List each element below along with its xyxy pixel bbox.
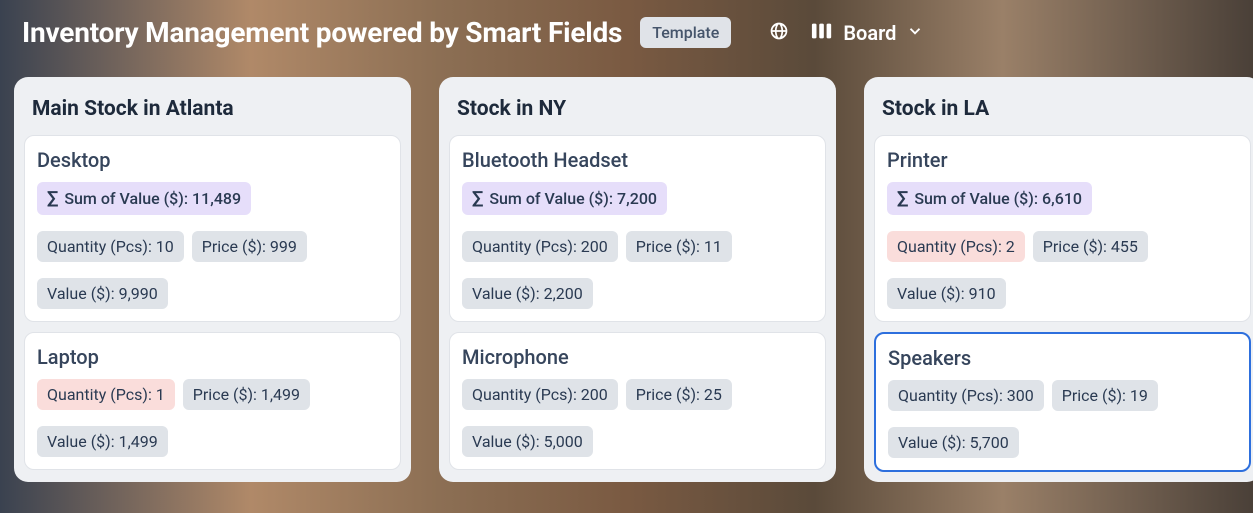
sum-tag: ∑ Sum of Value ($): 11,489 [37,182,251,215]
board-container: Main Stock in Atlanta Desktop ∑ Sum of Valu… [0,59,1253,496]
sigma-icon: ∑ [47,188,58,209]
board-icon [811,21,833,45]
board-card[interactable]: Microphone Quantity (Pcs): 200 Price ($): … [449,332,826,470]
quantity-tag: Quantity (Pcs): 300 [888,380,1044,411]
chevron-down-icon [906,21,924,45]
quantity-tag: Quantity (Pcs): 200 [462,231,618,262]
card-title: Laptop [37,345,388,369]
quantity-tag: Quantity (Pcs): 2 [887,231,1025,262]
view-label: Board [843,21,896,45]
value-tag: Value ($): 2,200 [462,278,593,309]
board-card[interactable]: Laptop Quantity (Pcs): 1 Price ($): 1,499 V… [24,332,401,470]
header-bar: Inventory Management powered by Smart Fi… [0,0,1253,59]
column-title: Stock in NY [449,91,826,125]
value-tag: Value ($): 910 [887,278,1006,309]
value-tag: Value ($): 5,000 [462,426,593,457]
sum-tag: ∑ Sum of Value ($): 6,610 [887,182,1092,215]
board-card[interactable]: Speakers Quantity (Pcs): 300 Price ($): 19… [874,332,1251,472]
sum-tag: ∑ Sum of Value ($): 7,200 [462,182,667,215]
price-tag: Price ($): 25 [626,379,732,410]
header-right: Board [769,21,924,45]
board-column: Stock in LA Printer ∑ Sum of Value ($): 6,6… [864,77,1253,482]
globe-icon[interactable] [769,21,789,45]
tag-row: Quantity (Pcs): 300 Price ($): 19 Value ($… [888,380,1237,458]
value-tag: Value ($): 9,990 [37,278,168,309]
board-card[interactable]: Desktop ∑ Sum of Value ($): 11,489 Quantity… [24,135,401,322]
column-title: Stock in LA [874,91,1251,125]
sum-text: Sum of Value ($): 11,489 [64,189,241,208]
tag-row: Quantity (Pcs): 200 Price ($): 25 Value ($… [462,379,813,457]
tag-row: ∑ Sum of Value ($): 6,610 Quantity (Pcs): … [887,182,1238,309]
value-tag: Value ($): 5,700 [888,427,1019,458]
page-title: Inventory Management powered by Smart Fi… [22,16,622,49]
card-title: Desktop [37,148,388,172]
board-column: Main Stock in Atlanta Desktop ∑ Sum of Valu… [14,77,411,482]
price-tag: Price ($): 455 [1033,231,1148,262]
card-title: Bluetooth Headset [462,148,813,172]
price-tag: Price ($): 1,499 [183,379,310,410]
card-title: Microphone [462,345,813,369]
sum-text: Sum of Value ($): 7,200 [489,189,657,208]
value-tag: Value ($): 1,499 [37,426,168,457]
tag-row: ∑ Sum of Value ($): 7,200 Quantity (Pcs): … [462,182,813,309]
price-tag: Price ($): 19 [1052,380,1158,411]
price-tag: Price ($): 999 [192,231,307,262]
board-card[interactable]: Bluetooth Headset ∑ Sum of Value ($): 7,20… [449,135,826,322]
price-tag: Price ($): 11 [626,231,732,262]
card-title: Speakers [888,346,1237,370]
tag-row: ∑ Sum of Value ($): 11,489 Quantity (Pcs):… [37,182,388,309]
quantity-tag: Quantity (Pcs): 200 [462,379,618,410]
board-column: Stock in NY Bluetooth Headset ∑ Sum of Valu… [439,77,836,482]
quantity-tag: Quantity (Pcs): 10 [37,231,184,262]
tag-row: Quantity (Pcs): 1 Price ($): 1,499 Value (… [37,379,388,457]
template-badge[interactable]: Template [640,17,731,48]
column-title: Main Stock in Atlanta [24,91,401,125]
sum-text: Sum of Value ($): 6,610 [914,189,1082,208]
sigma-icon: ∑ [897,188,908,209]
card-title: Printer [887,148,1238,172]
quantity-tag: Quantity (Pcs): 1 [37,379,175,410]
sigma-icon: ∑ [472,188,483,209]
board-card[interactable]: Printer ∑ Sum of Value ($): 6,610 Quantity … [874,135,1251,322]
view-switcher[interactable]: Board [811,21,924,45]
